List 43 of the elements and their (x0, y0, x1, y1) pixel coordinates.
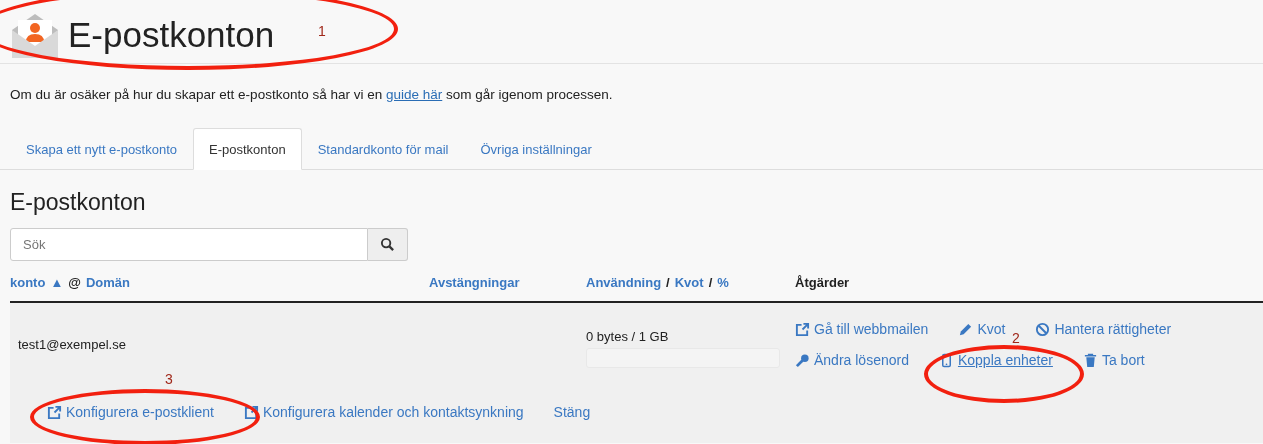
footer-link[interactable]: Konfigurera kalender och kontaktsynkning (243, 404, 524, 420)
account-email: test1@exempel.se (17, 336, 127, 354)
intro-text: Om du är osäker på hur du skapar ett e-postkonto så har vi en guide här som går igenom processen. (10, 87, 614, 102)
ban-icon (1035, 321, 1051, 337)
action-link[interactable]: Hantera rättigheter (1035, 321, 1172, 337)
action-link[interactable]: Ändra lösenord (795, 352, 909, 368)
action-link[interactable]: Ta bort (1082, 352, 1145, 368)
action-link[interactable]: Kvot (958, 321, 1006, 337)
tab[interactable]: Skapa ett nytt e-postkonto (10, 128, 194, 170)
search-field[interactable]: Sök (10, 228, 368, 261)
column-sort-link[interactable]: % (717, 275, 729, 290)
action-link[interactable]: Gå till webbmailen (795, 321, 929, 337)
external-link-icon (795, 321, 810, 337)
search-icon (380, 237, 395, 252)
column-heading: / (666, 275, 670, 290)
column-sort-link[interactable]: konto (10, 275, 46, 290)
tab[interactable]: Standardkonto för mail (301, 128, 465, 170)
tab[interactable]: E-postkonton (193, 128, 302, 170)
external-link-icon (243, 404, 259, 420)
usage-text: 0 bytes / 1 GB (586, 329, 670, 344)
annotation-number: 1 (318, 24, 326, 38)
pencil-icon (958, 321, 974, 337)
trash-icon (1082, 352, 1098, 368)
external-link-icon (47, 404, 62, 420)
annotation-number: 3 (165, 372, 173, 386)
annotation-number: 2 (1012, 331, 1020, 345)
column-sort-link[interactable]: Domän (85, 275, 130, 290)
search-button[interactable] (368, 228, 408, 261)
column-heading: Åtgärder (795, 275, 850, 290)
action-link[interactable]: Koppla enheter (938, 352, 1053, 368)
key-icon (795, 352, 810, 368)
footer-link[interactable]: Stäng (553, 404, 591, 420)
page-title: E-postkonton (68, 14, 275, 55)
column-sort-link[interactable]: Avstängningar (429, 275, 520, 290)
footer-link[interactable]: Konfigurera e-postklient (47, 404, 214, 420)
column-heading: / (708, 275, 713, 290)
column-sort-link[interactable]: Kvot (674, 275, 704, 290)
guide-link[interactable]: guide här (385, 87, 443, 102)
column-sort-link[interactable]: ▲ (50, 275, 64, 290)
column-heading: @ (68, 275, 81, 290)
tab[interactable]: Övriga inställningar (464, 128, 608, 170)
section-title: E-postkonton (10, 189, 147, 216)
column-sort-link[interactable]: Användning (586, 275, 662, 290)
